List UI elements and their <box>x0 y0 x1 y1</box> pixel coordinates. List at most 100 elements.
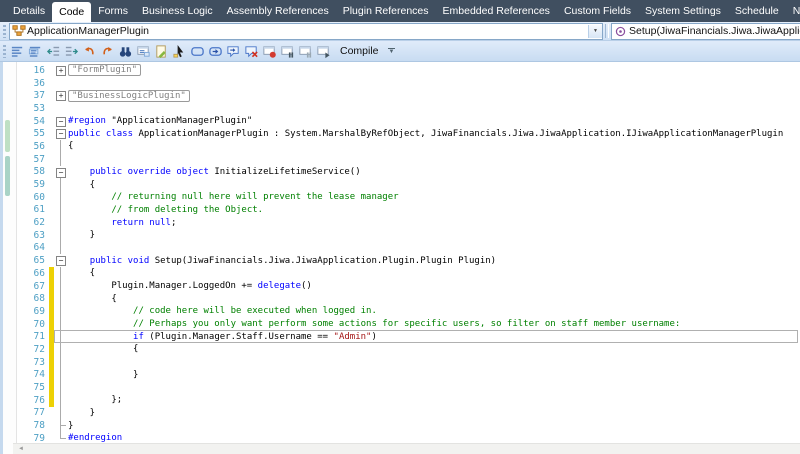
change-bar <box>49 153 54 166</box>
code-line[interactable]: 37+"BusinessLogicPlugin" <box>13 89 800 102</box>
breakpoint-disabled-icon[interactable] <box>297 42 314 60</box>
horizontal-scrollbar[interactable]: ◄ <box>13 443 800 454</box>
collapsed-region[interactable]: "BusinessLogicPlugin" <box>68 90 190 102</box>
change-bar <box>49 242 54 255</box>
toolbar-overflow-button[interactable]: ▼ <box>386 43 398 59</box>
code-line[interactable]: 74 } <box>13 369 800 382</box>
code-line[interactable]: 76 }; <box>13 394 800 407</box>
code-line[interactable]: 62 return null; <box>13 216 800 229</box>
fold-toggle[interactable]: + <box>55 64 68 77</box>
line-number: 59 <box>13 179 48 190</box>
format-lines-icon[interactable] <box>9 42 26 60</box>
code-text: } <box>68 421 800 431</box>
fold-margin <box>55 102 68 115</box>
code-line[interactable]: 36 <box>13 77 800 90</box>
method-selector-combo[interactable]: Setup(JiwaFinancials.Jiwa.JiwaApplicatio… <box>611 23 800 40</box>
code-lines: 16+"FormPlugin"3637+"BusinessLogicPlugin… <box>13 62 800 444</box>
run-to-cursor-icon[interactable] <box>315 42 332 60</box>
code-line[interactable]: 61 // from deleting the Object. <box>13 204 800 217</box>
pointer-icon[interactable] <box>171 42 188 60</box>
indent-icon[interactable] <box>63 42 80 60</box>
comment-bubble-icon[interactable] <box>225 42 242 60</box>
replace-window-icon[interactable] <box>135 42 152 60</box>
tab-system-settings[interactable]: System Settings <box>638 0 728 22</box>
code-text: #region "ApplicationManagerPlugin" <box>68 116 800 126</box>
compile-button[interactable]: Compile <box>333 42 386 60</box>
code-line[interactable]: 66 { <box>13 267 800 280</box>
region-box-arrow-icon[interactable] <box>207 42 224 60</box>
change-bar <box>49 191 54 204</box>
code-line[interactable]: 54−#region "ApplicationManagerPlugin" <box>13 115 800 128</box>
scroll-left-arrow[interactable]: ◄ <box>13 446 29 452</box>
toolbar-grip[interactable] <box>3 25 6 38</box>
tab-code[interactable]: Code <box>52 2 91 22</box>
code-line[interactable]: 68 { <box>13 292 800 305</box>
fold-toggle[interactable]: − <box>55 166 68 179</box>
code-line[interactable]: 59 { <box>13 178 800 191</box>
code-text: Plugin.Manager.LoggedOn += delegate() <box>68 281 800 291</box>
tab-schedule[interactable]: Schedule <box>728 0 786 22</box>
code-line[interactable]: 58− public override object InitializeLif… <box>13 166 800 179</box>
breakpoint-pause-icon[interactable] <box>279 42 296 60</box>
tab-custom-fields[interactable]: Custom Fields <box>557 0 638 22</box>
fold-margin <box>55 343 68 356</box>
tab-business-logic[interactable]: Business Logic <box>135 0 220 22</box>
outdent-icon[interactable] <box>45 42 62 60</box>
code-line[interactable]: 75 <box>13 381 800 394</box>
code-line[interactable]: 60 // returning null here will prevent t… <box>13 191 800 204</box>
tab-details[interactable]: Details <box>6 0 52 22</box>
code-line[interactable]: 71 if (Plugin.Manager.Staff.Username == … <box>13 330 800 343</box>
code-line[interactable]: 53 <box>13 102 800 115</box>
fold-toggle[interactable]: − <box>55 115 68 128</box>
line-number: 60 <box>13 192 48 203</box>
fold-margin <box>55 191 68 204</box>
code-line[interactable]: 64 <box>13 242 800 255</box>
method-icon <box>612 25 629 38</box>
tab-embedded-references[interactable]: Embedded References <box>436 0 557 22</box>
tab-bar: DetailsCodeFormsBusiness LogicAssembly R… <box>0 0 800 22</box>
breakpoint-icon[interactable] <box>261 42 278 60</box>
tab-forms[interactable]: Forms <box>91 0 135 22</box>
code-editor[interactable]: 16+"FormPlugin"3637+"BusinessLogicPlugin… <box>0 62 800 454</box>
code-line[interactable]: 57 <box>13 153 800 166</box>
class-combo-value: ApplicationManagerPlugin <box>27 25 588 37</box>
find-icon[interactable] <box>117 42 134 60</box>
code-line[interactable]: 69 // code here will be executed when lo… <box>13 305 800 318</box>
fold-toggle[interactable]: − <box>55 127 68 140</box>
fold-margin <box>55 242 68 255</box>
code-line[interactable]: 70 // Perhaps you only want perform some… <box>13 318 800 331</box>
change-bar <box>49 419 54 432</box>
code-line[interactable]: 63 } <box>13 229 800 242</box>
toolbar-icons <box>9 42 333 60</box>
code-line[interactable]: 67 Plugin.Manager.LoggedOn += delegate() <box>13 280 800 293</box>
code-line[interactable]: 16+"FormPlugin" <box>13 64 800 77</box>
chevron-down-icon[interactable]: ▼ <box>588 25 602 38</box>
code-line[interactable]: 78} <box>13 419 800 432</box>
class-selector-combo[interactable]: ApplicationManagerPlugin ▼ <box>9 23 603 40</box>
code-line[interactable]: 73 <box>13 356 800 369</box>
region-box-icon[interactable] <box>189 42 206 60</box>
line-number: 65 <box>13 255 48 266</box>
change-bar <box>49 369 54 382</box>
insert-snippet-icon[interactable] <box>153 42 170 60</box>
line-number: 74 <box>13 369 48 380</box>
line-number: 67 <box>13 281 48 292</box>
code-line[interactable]: 55−public class ApplicationManagerPlugin… <box>13 127 800 140</box>
code-line[interactable]: 65− public void Setup(JiwaFinancials.Jiw… <box>13 254 800 267</box>
tab-notes[interactable]: Notes <box>786 0 800 22</box>
collapsed-region[interactable]: "FormPlugin" <box>68 64 141 76</box>
line-number: 72 <box>13 344 48 355</box>
fold-toggle[interactable]: − <box>55 254 68 267</box>
code-line[interactable]: 56{ <box>13 140 800 153</box>
code-line[interactable]: 72 { <box>13 343 800 356</box>
redo-icon[interactable] <box>99 42 116 60</box>
tab-plugin-references[interactable]: Plugin References <box>336 0 436 22</box>
change-overview-mark <box>5 156 10 196</box>
delete-comment-icon[interactable] <box>243 42 260 60</box>
tab-assembly-references[interactable]: Assembly References <box>220 0 336 22</box>
format-selection-icon[interactable] <box>27 42 44 60</box>
fold-toggle[interactable]: + <box>55 89 68 102</box>
toolbar-grip[interactable] <box>3 45 6 58</box>
undo-icon[interactable] <box>81 42 98 60</box>
code-line[interactable]: 77 } <box>13 407 800 420</box>
